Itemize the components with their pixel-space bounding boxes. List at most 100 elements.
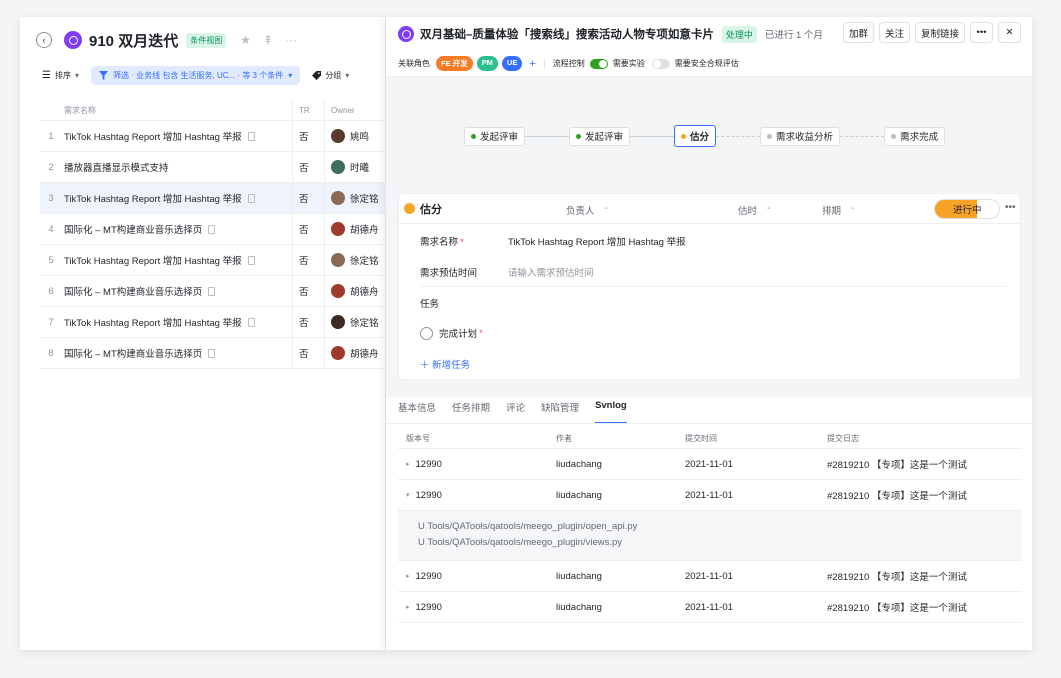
pin-icon[interactable]: ⇞ <box>263 33 273 47</box>
owner-label: 负责人 <box>566 206 595 217</box>
more-icon[interactable]: ••• <box>1005 202 1016 213</box>
expand-icon[interactable]: ▸ <box>406 572 410 580</box>
file-path: U Tools/QATools/qatools/meego_plugin/vie… <box>418 537 623 548</box>
copy-link-button[interactable]: 复制链接 <box>914 22 965 43</box>
add-task-button[interactable]: ＋ 新增任务 <box>420 357 470 371</box>
detail-drawer: 双月基础–质量体验「搜索线」搜索活动人物专项如意卡片 处理中 已进行 1 个月 … <box>385 17 1032 650</box>
expand-icon[interactable]: ▸ <box>406 460 410 468</box>
requirement-name[interactable]: 国际化 – MT构建商业音乐选择页 <box>62 346 292 360</box>
more-icon[interactable]: ··· <box>285 33 297 47</box>
flow-node[interactable]: 发起评审 <box>569 126 631 146</box>
table-row[interactable]: 8 国际化 – MT构建商业音乐选择页 否 胡德舟 <box>40 338 386 369</box>
version-cell: ▾ 12990 <box>406 490 556 501</box>
column-owner[interactable]: Owner <box>324 101 386 120</box>
close-icon[interactable]: ✕ <box>998 22 1021 43</box>
group-label: 分组 <box>325 70 342 80</box>
svn-row[interactable]: ▾ 12990 liudachang 2021-11-01 #2819210 【专项】这… <box>398 480 1022 511</box>
star-icon[interactable]: ★ <box>240 33 251 47</box>
table-row[interactable]: 4 国际化 – MT构建商业音乐选择页 否 胡德舟 <box>40 214 386 245</box>
more-button[interactable]: ••• <box>970 22 993 43</box>
version-value: 12990 <box>415 489 442 501</box>
node-title: 估分 <box>420 203 442 216</box>
task-checkbox[interactable] <box>420 326 433 340</box>
tab-item[interactable]: Svnlog <box>595 400 627 424</box>
owner-cell[interactable]: 时曦 <box>324 152 386 182</box>
requirement-name[interactable]: 国际化 – MT构建商业音乐选择页 <box>62 222 292 236</box>
table-row[interactable]: 5 TikTok Hashtag Report 增加 Hashtag 举报 否 徐定铭 <box>40 245 386 276</box>
svn-row[interactable]: ▸ 12990 liudachang 2021-11-01 #2819210 【专项】这… <box>398 561 1022 592</box>
status-button[interactable]: 进行中 <box>934 199 1000 219</box>
tab-item[interactable]: 任务排期 <box>452 400 490 424</box>
owner-cell[interactable]: 胡德舟 <box>324 214 386 244</box>
task-item: 完成计划 * <box>420 326 483 340</box>
chevron-down-icon: ▾ <box>288 70 293 80</box>
status-dot-icon <box>891 133 897 139</box>
requirement-name-value[interactable]: TikTok Hashtag Report 增加 Hashtag 举报 <box>508 234 686 248</box>
estimate-time-input[interactable]: 请输入需求预估时间 <box>508 265 594 279</box>
version-value: 12990 <box>415 458 442 470</box>
role-pill[interactable]: FE 开发 <box>436 56 473 71</box>
avatar <box>331 315 345 329</box>
back-icon[interactable]: ‹ <box>36 32 52 48</box>
owner-cell[interactable]: 徐定铭 <box>324 307 386 337</box>
version-value: 12990 <box>415 570 442 582</box>
requirement-name-text: 国际化 – MT构建商业音乐选择页 <box>64 225 203 236</box>
collapse-icon[interactable]: ▾ <box>406 491 410 499</box>
sort-button[interactable]: ☰ 排序 ▾ <box>42 70 79 81</box>
owner-cell[interactable]: 徐定铭 <box>324 245 386 275</box>
join-group-button[interactable]: 加群 <box>842 22 874 43</box>
owner-cell[interactable]: 姚鸣 <box>324 121 386 151</box>
group-button[interactable]: 分组 ▾ <box>312 70 349 81</box>
requirement-name[interactable]: TikTok Hashtag Report 增加 Hashtag 举报 <box>62 315 292 329</box>
table-row[interactable]: 7 TikTok Hashtag Report 增加 Hashtag 举报 否 徐定铭 <box>40 307 386 338</box>
owner-name: 姚鸣 <box>350 132 370 143</box>
requirement-name[interactable]: TikTok Hashtag Report 增加 Hashtag 举报 <box>62 129 292 143</box>
estimate-value[interactable]: - <box>767 203 770 217</box>
owner-cell[interactable]: 胡德舟 <box>324 338 386 368</box>
security-toggle[interactable] <box>651 58 670 69</box>
status-dot-icon <box>681 133 687 139</box>
svn-row[interactable]: ▸ 12990 liudachang 2021-11-01 #2819210 【专项】这… <box>398 592 1022 623</box>
follow-button[interactable]: 关注 <box>878 22 910 43</box>
flow-node[interactable]: 需求收益分析 <box>760 126 841 146</box>
version-cell: ▸ 12990 <box>406 459 556 470</box>
table-row[interactable]: 6 国际化 – MT构建商业音乐选择页 否 胡德舟 <box>40 276 386 307</box>
flow-connector <box>716 135 761 137</box>
tab-item[interactable]: 基本信息 <box>398 400 436 424</box>
svn-row[interactable]: ▸ 12990 liudachang 2021-11-01 #2819210 【专项】这… <box>398 449 1022 480</box>
owner-cell[interactable]: 胡德舟 <box>324 276 386 306</box>
row-index: 5 <box>48 254 54 266</box>
column-tr[interactable]: TR <box>292 101 324 120</box>
log-value: #2819210 【专项】这是一个测试 <box>827 491 967 502</box>
tr-value: 否 <box>292 276 324 306</box>
filter-button[interactable]: 筛选 · 业务线 包含 生活服务, UC... · 等 3 个条件 ▾ <box>90 65 301 85</box>
role-pill[interactable]: PM <box>476 56 498 71</box>
flow-node[interactable]: 发起评审 <box>464 126 526 146</box>
tr-value: 否 <box>292 121 324 151</box>
tab-item[interactable]: 缺陷管理 <box>541 400 579 424</box>
requirement-name[interactable]: 播放器直播显示模式支持 <box>62 160 292 174</box>
column-log: 提交日志 <box>827 434 859 443</box>
requirement-name[interactable]: TikTok Hashtag Report 增加 Hashtag 举报 <box>62 191 292 205</box>
field-label: 需求名称 <box>420 237 459 248</box>
list-header: ‹ 910 双月迭代 条件视图 ★ ⇞ ··· <box>36 29 297 51</box>
flow-control-toggle[interactable] <box>589 58 608 69</box>
table-row[interactable]: 3 TikTok Hashtag Report 增加 Hashtag 举报 否 徐定铭 <box>40 183 386 214</box>
owner-cell[interactable]: 徐定铭 <box>324 183 386 213</box>
flow-connector <box>840 135 885 137</box>
tab-item[interactable]: 评论 <box>506 400 525 424</box>
row-index: 8 <box>48 347 54 359</box>
flow-node[interactable]: 估分 <box>674 125 717 147</box>
requirement-name[interactable]: 国际化 – MT构建商业音乐选择页 <box>62 284 292 298</box>
owner-value[interactable]: - <box>605 203 608 217</box>
role-pill[interactable]: UE <box>501 56 523 71</box>
requirement-name[interactable]: TikTok Hashtag Report 增加 Hashtag 举报 <box>62 253 292 267</box>
table-row[interactable]: 2 播放器直播显示模式支持 否 时曦 <box>40 152 386 183</box>
table-row[interactable]: 1 TikTok Hashtag Report 增加 Hashtag 举报 否 姚鸣 <box>40 121 386 152</box>
column-name[interactable]: 需求名称 <box>62 105 292 116</box>
role-bar: 关联角色 FE 开发 PM UE + 流程控制 需要实验 需要安全合规评估 <box>386 51 1032 77</box>
schedule-value[interactable]: - <box>851 203 854 217</box>
add-role-button[interactable]: + <box>529 58 535 70</box>
flow-node[interactable]: 需求完成 <box>884 126 946 146</box>
expand-icon[interactable]: ▸ <box>406 603 410 611</box>
